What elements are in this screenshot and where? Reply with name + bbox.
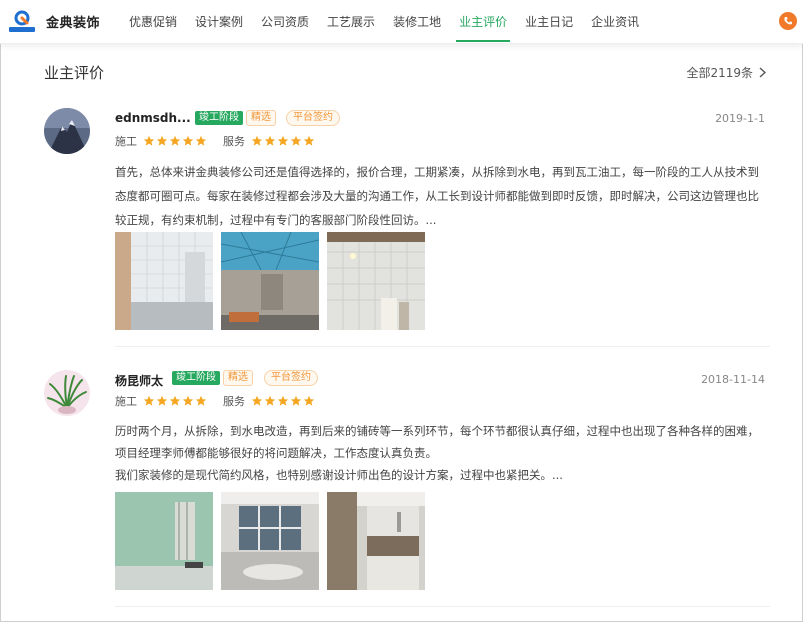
top-nav-bar: 金典装饰 优惠促销 设计案例 公司资质 工艺展示 装修工地 业主评价 业主日记 … (0, 0, 803, 44)
rating-label: 服务 (223, 395, 245, 408)
rating-label: 施工 (115, 135, 137, 148)
nav-item-promotions[interactable]: 优惠促销 (120, 0, 186, 44)
star-rating (251, 395, 315, 407)
section-title: 业主评价 (44, 64, 105, 82)
nav-item-design-cases[interactable]: 设计案例 (186, 0, 252, 44)
rating-service: 服务 (223, 393, 315, 409)
nav-item-owner-reviews[interactable]: 业主评价 (450, 0, 516, 44)
review-date: 2018-11-14 (701, 373, 765, 386)
star-icon (264, 135, 276, 146)
star-icon (303, 395, 315, 406)
badge-stage: 竣工阶段 (195, 111, 243, 125)
rating-row: 施工 服务 (115, 133, 331, 149)
review-author: ednmsdh... (115, 111, 191, 125)
review-photo[interactable] (221, 232, 319, 330)
badge-featured: 精选 (246, 110, 276, 126)
nav-item-sites[interactable]: 装修工地 (384, 0, 450, 44)
star-icon (251, 395, 263, 406)
badge-platform-signed: 平台签约 (264, 370, 318, 386)
star-icon (169, 395, 181, 406)
view-all-label: 全部2119条 (686, 66, 753, 80)
main-nav: 优惠促销 设计案例 公司资质 工艺展示 装修工地 业主评价 业主日记 企业资讯 (120, 0, 648, 44)
star-icon (143, 395, 155, 406)
review-date: 2019-1-1 (715, 112, 765, 125)
star-icon (277, 395, 289, 406)
brand-name: 金典装饰 (46, 16, 101, 31)
review-text: 历时两个月，从拆除，到水电改造，再到后来的铺砖等一系列环节，每个环节都很认真仔细… (115, 424, 759, 482)
star-rating (251, 135, 315, 147)
avatar[interactable] (44, 108, 90, 154)
review-divider (115, 346, 770, 347)
chevron-right-icon (759, 67, 766, 78)
star-icon (290, 135, 302, 146)
phone-icon[interactable] (779, 12, 797, 30)
star-icon (143, 135, 155, 146)
nav-item-news[interactable]: 企业资讯 (582, 0, 648, 44)
rating-label: 施工 (115, 395, 137, 408)
review-text: 首先，总体来讲金典装修公司还是值得选择的，报价合理，工期紧凑，从拆除到水电，再到… (115, 165, 759, 227)
star-icon (169, 135, 181, 146)
review-photo[interactable] (115, 232, 213, 330)
review-photo[interactable] (221, 492, 319, 590)
star-icon (195, 135, 207, 146)
star-icon (290, 395, 302, 406)
nav-item-craftsmanship[interactable]: 工艺展示 (318, 0, 384, 44)
star-rating (143, 135, 207, 147)
star-icon (182, 395, 194, 406)
star-icon (156, 135, 168, 146)
star-icon (264, 395, 276, 406)
star-icon (251, 135, 263, 146)
star-rating (143, 395, 207, 407)
review-divider (115, 606, 770, 607)
review-photos (115, 492, 425, 590)
view-all-link[interactable]: 全部2119条 (686, 64, 766, 81)
rating-construction: 施工 (115, 393, 207, 409)
star-icon (182, 135, 194, 146)
badge-platform-signed: 平台签约 (286, 110, 340, 126)
rating-service: 服务 (223, 133, 315, 149)
rating-construction: 施工 (115, 133, 207, 149)
star-icon (195, 395, 207, 406)
review-photos (115, 232, 425, 330)
star-icon (303, 135, 315, 146)
review-photo[interactable] (327, 492, 425, 590)
avatar[interactable] (44, 370, 90, 416)
nav-item-qualifications[interactable]: 公司资质 (252, 0, 318, 44)
rating-label: 服务 (223, 135, 245, 148)
star-icon (156, 395, 168, 406)
brand-logo[interactable] (8, 10, 36, 34)
review-photo[interactable] (327, 232, 425, 330)
review-author: 杨昆师太 (115, 374, 164, 388)
nav-item-owner-diary[interactable]: 业主日记 (516, 0, 582, 44)
review-photo[interactable] (115, 492, 213, 590)
badge-featured: 精选 (223, 370, 253, 386)
rating-row: 施工 服务 (115, 393, 331, 409)
badge-stage: 竣工阶段 (172, 371, 220, 385)
star-icon (277, 135, 289, 146)
